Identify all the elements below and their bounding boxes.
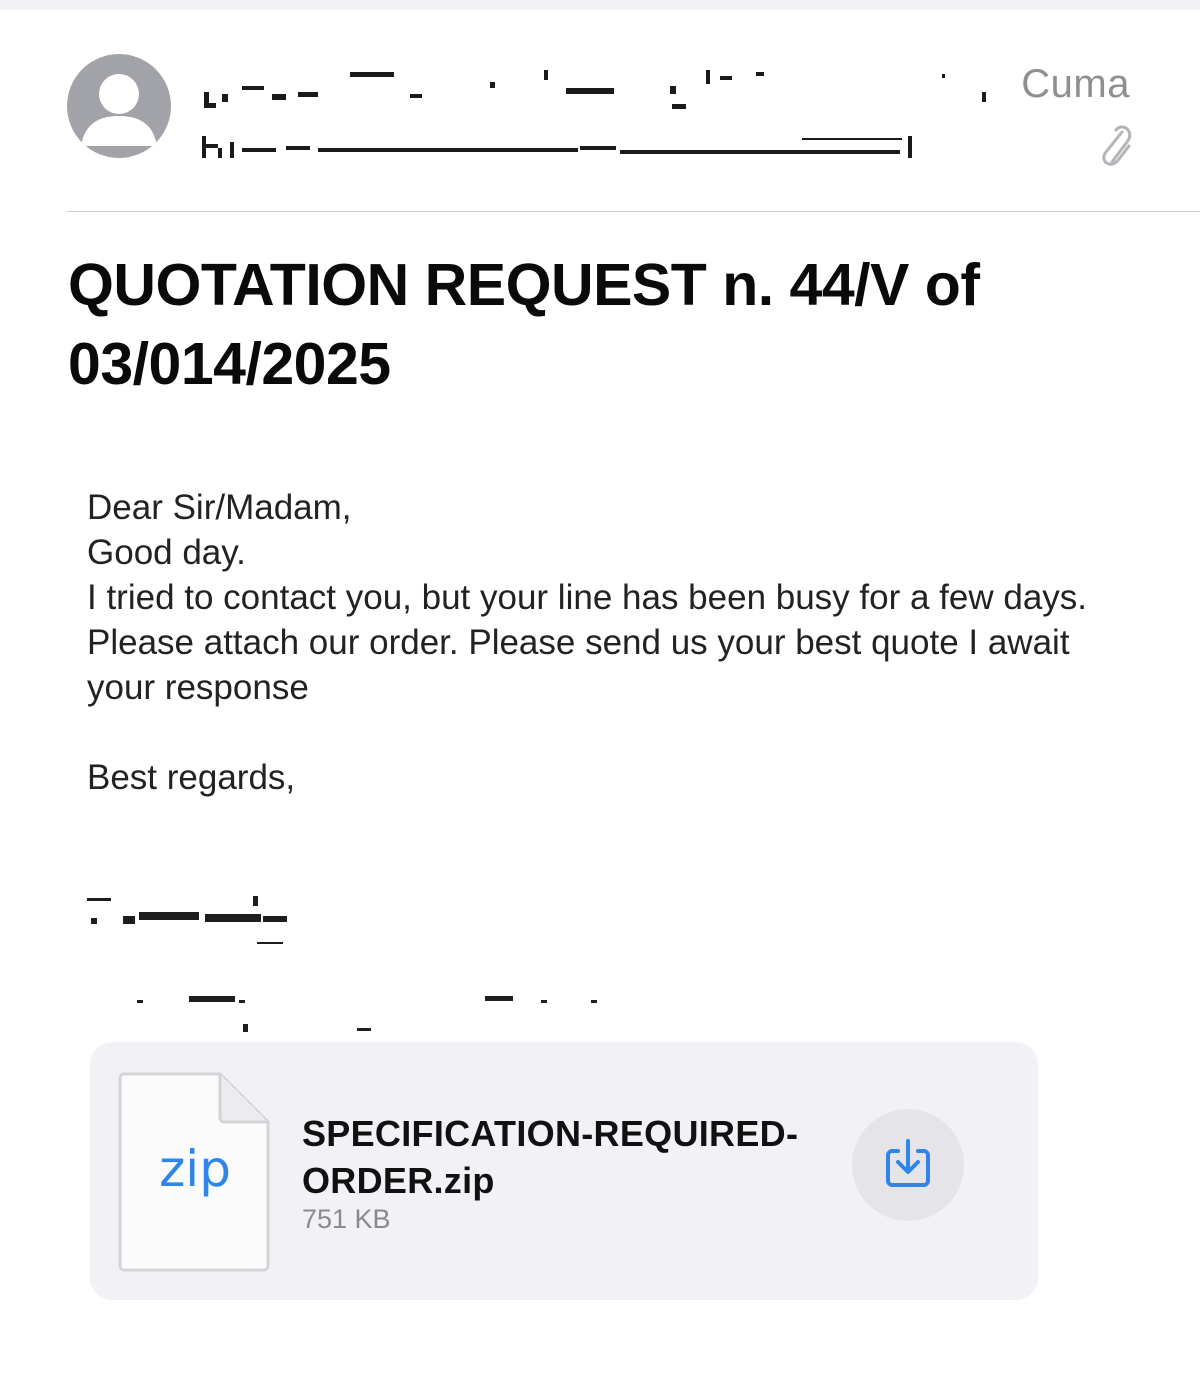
- body-line: I tried to contact you, but your line ha…: [87, 578, 1088, 617]
- message-header: Cuma: [0, 10, 1200, 212]
- body-line: Please attach our order. Please send us …: [87, 623, 1070, 707]
- file-type-label: zip: [159, 1140, 231, 1198]
- attachment-file-size: 751 KB: [302, 1204, 391, 1234]
- sender-name-redacted[interactable]: [200, 68, 990, 112]
- message-date: Cuma: [1021, 62, 1130, 106]
- sender-avatar[interactable]: [67, 54, 171, 158]
- top-strip: [0, 0, 1200, 10]
- message-body: Dear Sir/Madam, Good day. I tried to con…: [87, 485, 1147, 800]
- download-button[interactable]: [852, 1109, 964, 1221]
- body-line: Dear Sir/Madam,: [87, 488, 352, 527]
- attachment-card[interactable]: zip SPECIFICATION-REQUIRED-ORDER.zip 751…: [90, 1042, 1038, 1300]
- body-line: Good day.: [87, 533, 246, 572]
- signature-redacted: [87, 890, 687, 1040]
- header-divider: [67, 211, 1200, 212]
- message-subject: QUOTATION REQUEST n. 44/V of 03/014/2025: [68, 252, 980, 397]
- download-icon: [886, 1139, 930, 1187]
- attachment-file-name[interactable]: SPECIFICATION-REQUIRED-ORDER.zip: [302, 1110, 842, 1204]
- closing-line: Best regards,: [87, 758, 296, 797]
- sender-email-redacted[interactable]: [200, 124, 920, 164]
- paperclip-icon: [1094, 122, 1134, 170]
- person-icon: [81, 74, 157, 146]
